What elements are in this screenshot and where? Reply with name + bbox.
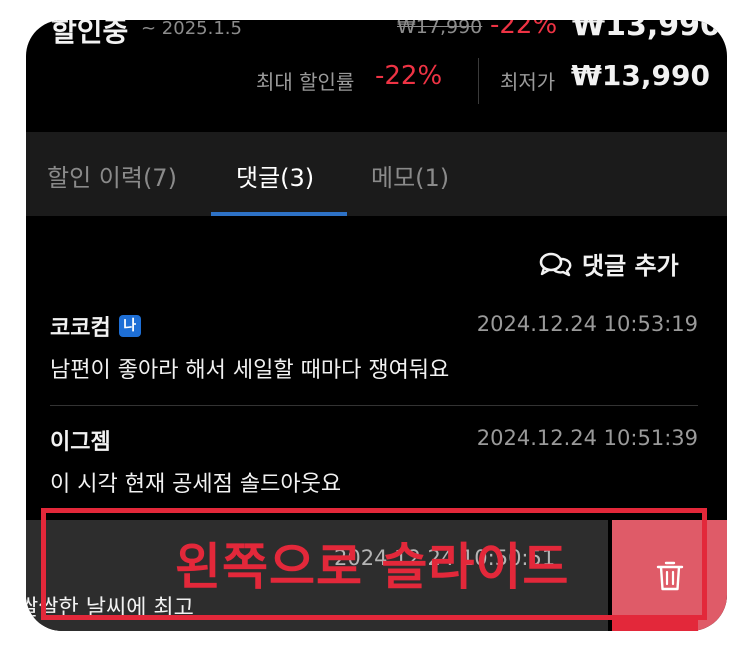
original-price: ₩17,990 (397, 20, 483, 38)
comment-text: 남편이 좋아라 해서 세일할 때마다 쟁여둬요 (50, 358, 450, 383)
sale-period: ~ 2025.1.5 (141, 20, 242, 39)
stats-divider (478, 58, 479, 104)
current-price: ₩13,990 (572, 20, 721, 43)
comment-divider (50, 405, 698, 406)
comment-author-name: 이그젬 (50, 430, 111, 455)
comment-timestamp: 2024.12.24 10:51:39 (476, 426, 698, 450)
swipe-hint-marker (612, 618, 698, 631)
discount-rate: -22% (490, 20, 558, 40)
comment-author: 이그젬 (50, 424, 111, 456)
active-tab-indicator (211, 212, 347, 216)
comment-author-name: 코코컴 (50, 316, 111, 341)
max-discount-value: -22% (375, 61, 443, 91)
tab-bar: 할인 이력(7) 댓글(3) 메모(1) (26, 132, 727, 216)
min-price-label: 최저가 (500, 70, 556, 94)
add-comment-label: 댓글 추가 (582, 252, 679, 280)
tab-comments[interactable]: 댓글(3) (236, 158, 314, 193)
tab-discount-history[interactable]: 할인 이력(7) (47, 158, 177, 193)
max-discount-label: 최대 할인률 (256, 70, 355, 94)
tab-memo[interactable]: 메모(1) (371, 158, 449, 193)
my-comment-badge: 나 (118, 315, 141, 337)
chat-bubbles-icon (539, 252, 572, 276)
swipe-hint-label: 왼쪽으로 슬라이드 (175, 538, 570, 596)
comment-author: 코코컴 나 (50, 310, 141, 342)
add-comment-button[interactable]: 댓글 추가 (538, 246, 679, 281)
comment-text: 이 시각 현재 공세점 솔드아웃요 (50, 472, 342, 497)
comment-timestamp: 2024.12.24 10:53:19 (476, 312, 698, 336)
min-price-value: ₩13,990 (571, 59, 710, 92)
sale-status-title: 할인중 (51, 20, 129, 48)
